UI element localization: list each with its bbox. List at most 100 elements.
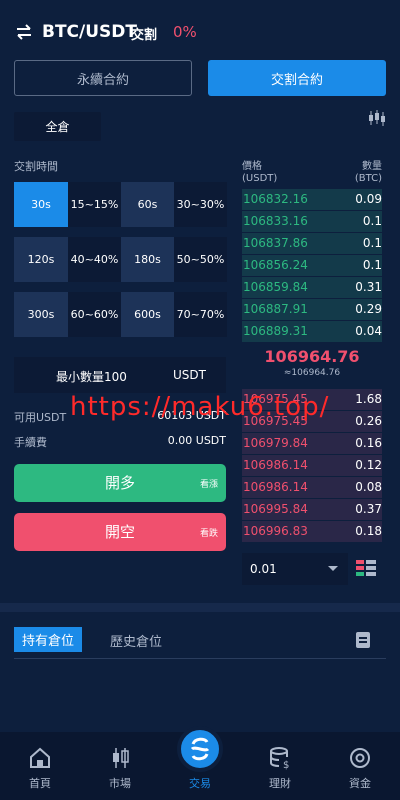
tab-open-positions[interactable]: 持有倉位 bbox=[14, 627, 82, 652]
bid-qty: 0.04 bbox=[355, 324, 382, 338]
chevron-down-icon bbox=[328, 566, 338, 571]
rate-15: 15~15% bbox=[68, 182, 121, 227]
bid-row[interactable]: 106837.86 0.1 bbox=[242, 233, 382, 254]
ask-row[interactable]: 106986.14 0.12 bbox=[242, 455, 382, 476]
ask-qty: 0.12 bbox=[355, 458, 382, 472]
ask-row[interactable]: 106979.84 0.16 bbox=[242, 433, 382, 454]
section-divider bbox=[0, 603, 400, 612]
nav-funds-label: 資金 bbox=[349, 777, 371, 790]
document-icon[interactable] bbox=[356, 632, 370, 648]
bid-row[interactable]: 106832.16 0.09 bbox=[242, 189, 382, 210]
bid-price: 106856.24 bbox=[243, 258, 308, 272]
bid-price: 106833.16 bbox=[243, 214, 308, 228]
bid-qty: 0.31 bbox=[355, 280, 382, 294]
rate-30: 30~30% bbox=[174, 182, 227, 227]
bid-price: 106837.86 bbox=[243, 236, 308, 250]
nav-market-label: 市場 bbox=[109, 777, 131, 790]
index-price: ≈106964.76 bbox=[283, 368, 341, 378]
bid-price: 106887.91 bbox=[243, 302, 308, 316]
tab-perpetual[interactable]: 永續合約 bbox=[14, 60, 192, 96]
time-option-600s[interactable]: 600s bbox=[121, 292, 174, 337]
ask-price: 106996.83 bbox=[243, 524, 308, 538]
bid-price: 106859.84 bbox=[243, 280, 308, 294]
trade-center-button[interactable] bbox=[177, 726, 223, 772]
depth-value: 0.01 bbox=[250, 562, 277, 576]
rate-40: 40~40% bbox=[68, 237, 121, 282]
wallet-icon bbox=[350, 748, 370, 768]
time-option-300s[interactable]: 300s bbox=[14, 292, 68, 337]
nav-finance[interactable]: $ 理財 bbox=[240, 732, 320, 800]
price-header: 價格 bbox=[242, 161, 262, 172]
qty-header: 數量 bbox=[362, 161, 382, 172]
rate-50: 50~50% bbox=[174, 237, 227, 282]
bid-row[interactable]: 106889.31 0.04 bbox=[242, 321, 382, 342]
ask-qty: 0.16 bbox=[355, 436, 382, 450]
nav-home[interactable]: 首頁 bbox=[0, 732, 80, 800]
depth-select[interactable]: 0.01 bbox=[242, 553, 348, 585]
bid-qty: 0.09 bbox=[355, 192, 382, 206]
open-short-label: 開空 bbox=[104, 523, 135, 541]
nav-market[interactable]: 市場 bbox=[80, 732, 160, 800]
trading-pair[interactable]: BTC/USDT bbox=[42, 22, 137, 42]
home-icon bbox=[30, 747, 50, 768]
ask-row[interactable]: 106986.14 0.08 bbox=[242, 477, 382, 498]
candlestick-icon[interactable] bbox=[366, 108, 386, 128]
svg-text:$: $ bbox=[283, 760, 289, 770]
fee-value: 0.00 USDT bbox=[167, 434, 226, 447]
amount-input[interactable]: 最小數量100 USDT bbox=[14, 357, 226, 393]
ask-qty: 0.26 bbox=[355, 414, 382, 428]
contract-mode: 交割 bbox=[131, 28, 158, 43]
last-price: 106964.76 bbox=[264, 347, 360, 366]
margin-mode-button[interactable]: 全倉 bbox=[14, 112, 101, 141]
ask-price: 106995.84 bbox=[243, 502, 308, 516]
ask-qty: 0.18 bbox=[355, 524, 382, 538]
bid-qty: 0.1 bbox=[362, 258, 382, 272]
nav-home-label: 首頁 bbox=[29, 777, 51, 790]
qty-unit: (BTC) bbox=[354, 173, 382, 184]
bid-row[interactable]: 106833.16 0.1 bbox=[242, 211, 382, 232]
bullish-label: 看漲 bbox=[199, 480, 218, 490]
ask-qty: 0.08 bbox=[355, 480, 382, 494]
bid-price: 106832.16 bbox=[243, 192, 308, 206]
rate-60: 60~60% bbox=[68, 292, 121, 337]
amount-placeholder: 最小數量100 bbox=[56, 370, 127, 384]
price-change: 0% bbox=[173, 23, 197, 41]
available-label: 可用USDT bbox=[14, 411, 67, 424]
open-long-label: 開多 bbox=[104, 474, 135, 492]
bid-row[interactable]: 106856.24 0.1 bbox=[242, 255, 382, 276]
swap-icon[interactable] bbox=[14, 22, 34, 42]
ask-price: 106979.84 bbox=[243, 436, 308, 450]
time-option-30s[interactable]: 30s bbox=[14, 182, 68, 227]
nav-trade-label: 交易 bbox=[189, 777, 211, 790]
bid-row[interactable]: 106859.84 0.31 bbox=[242, 277, 382, 298]
bid-qty: 0.1 bbox=[362, 236, 382, 250]
trade-logo-icon bbox=[190, 737, 210, 761]
ask-row[interactable]: 106995.84 0.37 bbox=[242, 499, 382, 520]
bid-row[interactable]: 106887.91 0.29 bbox=[242, 299, 382, 320]
database-icon: $ bbox=[270, 747, 289, 770]
ask-qty: 1.68 bbox=[355, 392, 382, 406]
tab-underline bbox=[14, 658, 386, 659]
nav-funds[interactable]: 資金 bbox=[320, 732, 400, 800]
fee-label: 手續費 bbox=[14, 436, 47, 449]
ask-qty: 0.37 bbox=[355, 502, 382, 516]
amount-unit: USDT bbox=[173, 368, 206, 382]
orderbook-layout-icon[interactable] bbox=[356, 560, 376, 577]
nav-finance-label: 理財 bbox=[269, 777, 291, 790]
ask-row[interactable]: 106996.83 0.18 bbox=[242, 521, 382, 542]
time-option-60s[interactable]: 60s bbox=[121, 182, 174, 227]
open-short-button[interactable]: 開空 看跌 bbox=[14, 513, 226, 551]
ask-price: 106986.14 bbox=[243, 458, 308, 472]
ask-price: 106986.14 bbox=[243, 480, 308, 494]
bid-price: 106889.31 bbox=[243, 324, 308, 338]
open-long-button[interactable]: 開多 看漲 bbox=[14, 464, 226, 502]
watermark-text: https://maku6.top/ bbox=[70, 392, 330, 422]
time-option-180s[interactable]: 180s bbox=[121, 237, 174, 282]
time-option-120s[interactable]: 120s bbox=[14, 237, 68, 282]
bearish-label: 看跌 bbox=[199, 529, 218, 539]
tab-position-history[interactable]: 歷史倉位 bbox=[110, 631, 162, 650]
candlestick-icon bbox=[113, 748, 129, 768]
tab-delivery[interactable]: 交割合約 bbox=[208, 60, 386, 96]
rate-70: 70~70% bbox=[174, 292, 227, 337]
bid-qty: 0.29 bbox=[355, 302, 382, 316]
